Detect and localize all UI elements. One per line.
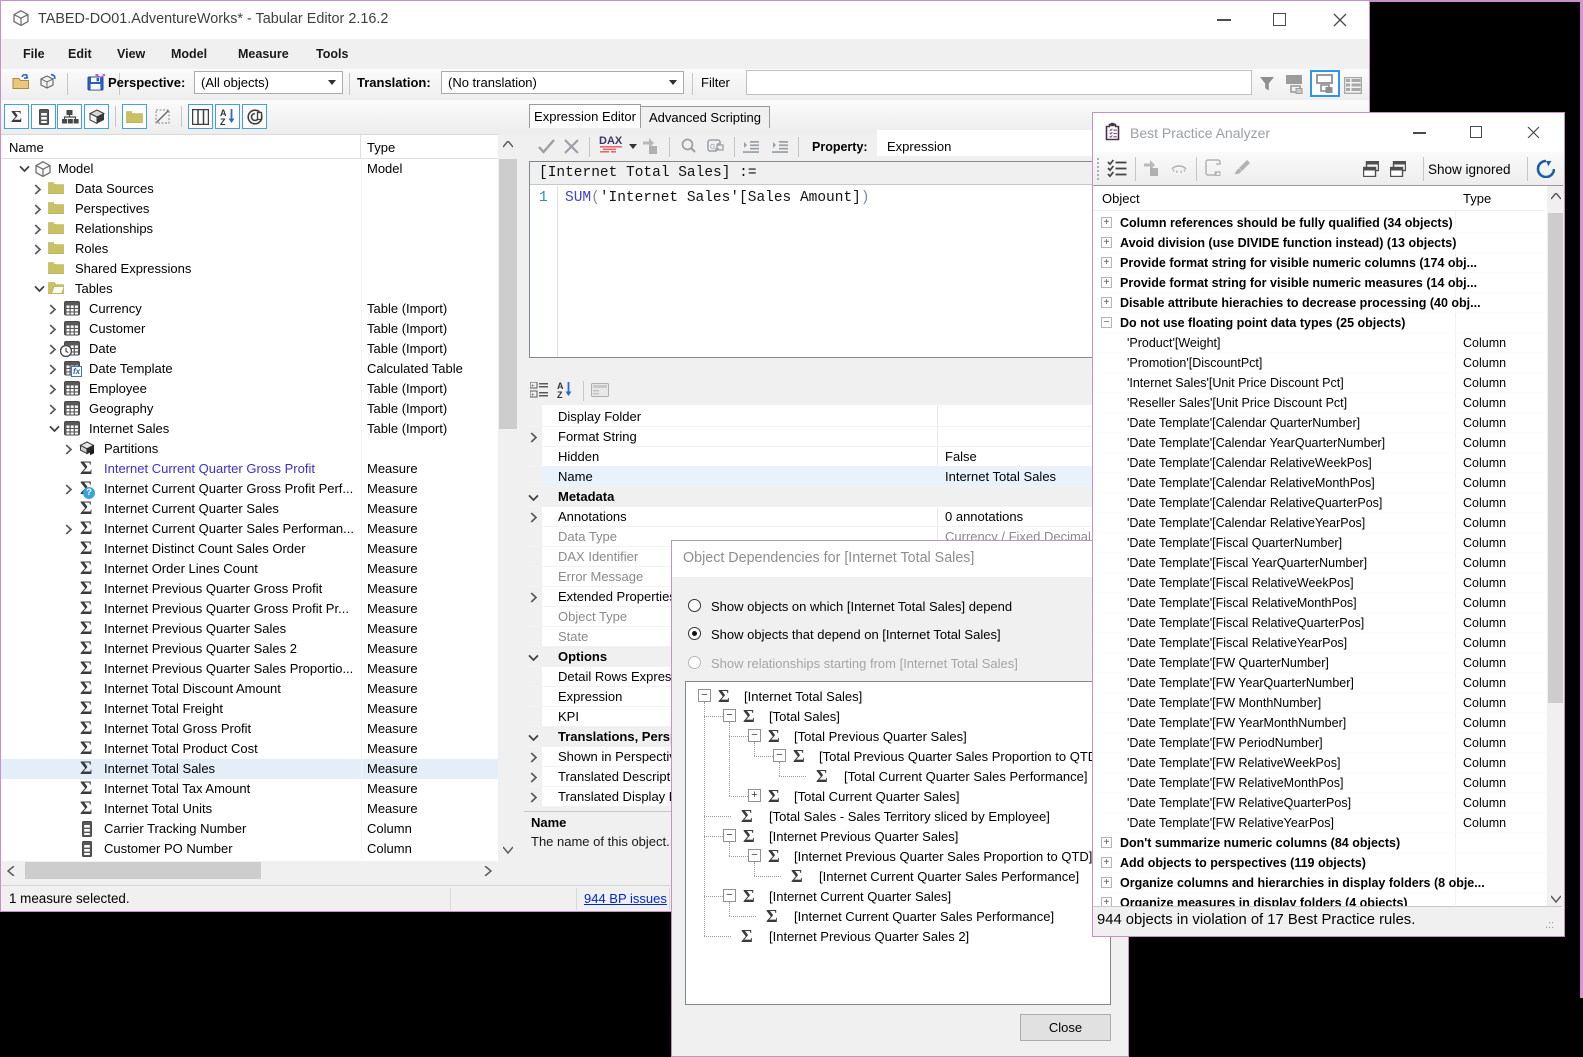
svg-text:G: G: [710, 144, 715, 151]
